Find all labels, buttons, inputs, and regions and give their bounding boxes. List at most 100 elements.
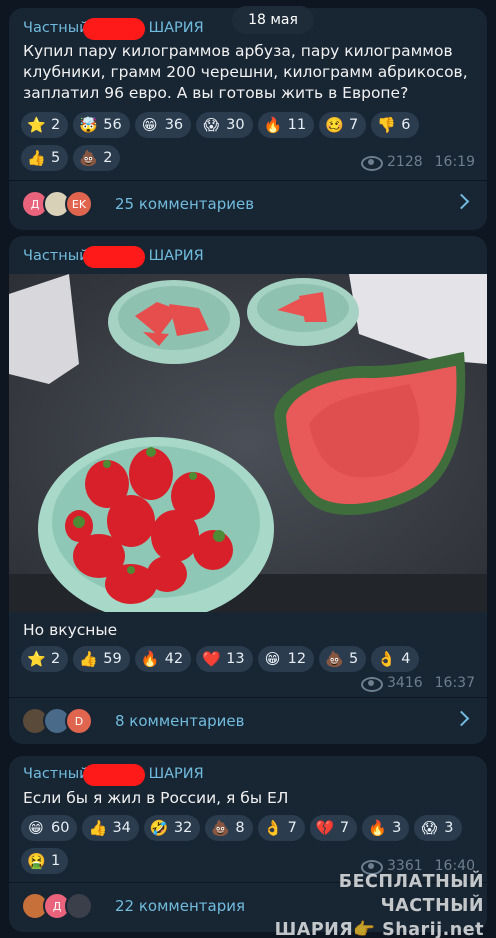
sender-name-start: Частный	[23, 248, 89, 264]
chevron-right-icon	[453, 710, 470, 727]
reaction-emoji-icon: ⭐	[27, 116, 46, 134]
reaction-emoji-icon: 😁	[264, 650, 281, 668]
sender-name-end: ШАРИЯ	[148, 20, 204, 36]
reaction-emoji-icon: 😁	[28, 819, 44, 837]
reaction-emoji-icon: 👍	[27, 149, 46, 167]
sender-name-start: Частный	[23, 20, 89, 36]
reaction-emoji-icon: ⭐	[27, 650, 46, 668]
sender-name-end: ШАРИЯ	[148, 766, 204, 782]
views-eye-icon	[361, 677, 383, 692]
reaction-pill[interactable]: 👌 4	[371, 646, 419, 672]
redaction-mark	[83, 18, 145, 40]
reaction-emoji-icon: 🔥	[140, 650, 160, 668]
reaction-pill[interactable]: 🤯 56	[73, 112, 130, 138]
reaction-emoji-icon: 🥴	[325, 116, 344, 134]
reaction-pill[interactable]: 💔 7	[309, 815, 358, 841]
reaction-emoji-icon: 👌	[377, 650, 396, 668]
reaction-pill[interactable]: 😱 3	[414, 815, 462, 841]
reaction-emoji-icon: 😱	[421, 819, 438, 837]
reaction-count: 4	[401, 651, 411, 667]
post-text: Если бы я жил в России, я бы ЕЛ	[23, 789, 289, 807]
reaction-emoji-icon: 👌	[263, 819, 283, 837]
reaction-pill[interactable]: 😁 12	[257, 646, 315, 672]
reaction-pill[interactable]: 👌 7	[257, 815, 305, 841]
comments-label: 22 комментария	[115, 897, 245, 915]
redaction-mark	[83, 246, 145, 268]
reaction-count: 32	[173, 820, 193, 836]
reaction-pill[interactable]: 💩 5	[319, 646, 367, 672]
reaction-emoji-icon: 👍	[88, 819, 108, 837]
reaction-emoji-icon: 💩	[325, 650, 344, 668]
reaction-emoji-icon: 🤮	[27, 852, 46, 870]
reaction-emoji-icon: 💔	[315, 819, 335, 837]
date-separator: 18 мая	[232, 6, 314, 34]
reaction-emoji-icon: 😁	[141, 116, 158, 134]
reaction-pill[interactable]: 🥴 7	[319, 112, 367, 138]
reaction-emoji-icon: 🔥	[263, 116, 283, 134]
reaction-pill[interactable]: 🔥 42	[134, 646, 192, 672]
reaction-count: 13	[226, 651, 245, 667]
reaction-pill[interactable]: 👍 34	[82, 815, 139, 841]
watermark: БЕСПЛАТНЫЙ ЧАСТНЫЙ ШАРИЯ👉 Sharij.net	[262, 870, 484, 938]
channel-post: Частный ШАРИЯ Купил пару килограммов арбу…	[9, 8, 487, 230]
reaction-count: 2	[103, 150, 113, 166]
post-time: 16:19	[434, 154, 475, 170]
redaction-mark	[83, 764, 145, 786]
reaction-count: 1	[51, 853, 61, 869]
comments-label: 25 комментариев	[115, 195, 255, 213]
channel-post: Частный ШАРИЯ Но вкусные ⭐ 2 👍 59 🔥 42 ❤…	[9, 236, 487, 744]
reaction-pill[interactable]: 🤣 32	[143, 815, 201, 841]
reaction-count: 5	[349, 651, 359, 667]
reaction-count: 6	[401, 117, 411, 133]
reaction-emoji-icon: 😱	[203, 116, 219, 134]
reaction-count: 2	[51, 117, 61, 133]
watermark-line: БЕСПЛАТНЫЙ ЧАСТНЫЙ	[338, 872, 484, 916]
reaction-pill[interactable]: 😱 30	[196, 112, 253, 138]
reaction-emoji-icon: ❤️	[202, 650, 221, 668]
post-text: Купил пару килограммов арбуза, пару кило…	[23, 42, 468, 102]
comments-label: 8 комментариев	[115, 712, 245, 730]
reaction-pill[interactable]: 💩 8	[205, 815, 253, 841]
commenter-avatars: Д	[21, 892, 107, 920]
reaction-pill[interactable]: ⭐ 2	[21, 112, 69, 138]
reaction-pill[interactable]: 😁 36	[134, 112, 192, 138]
reaction-count: 42	[164, 651, 184, 667]
reaction-pill[interactable]: 💩 2	[73, 145, 121, 171]
reaction-count: 8	[235, 820, 245, 836]
comments-button[interactable]: D 8 комментариев	[9, 698, 487, 744]
reaction-pill[interactable]: 😁 60	[21, 815, 78, 841]
reaction-count: 3	[392, 820, 402, 836]
reaction-pill[interactable]: ❤️ 13	[196, 646, 253, 672]
reaction-pill[interactable]: 🤮 1	[21, 848, 69, 874]
reaction-pill[interactable]: ⭐ 2	[21, 646, 69, 672]
post-meta: 2128 16:19	[361, 154, 475, 171]
commenter-avatar: D	[65, 707, 93, 735]
commenter-avatars: D	[21, 707, 107, 735]
post-photo[interactable]	[9, 274, 487, 612]
reaction-count: 30	[226, 117, 245, 133]
reaction-count: 7	[339, 820, 350, 836]
fruit-photo-illustration	[9, 274, 487, 612]
commenter-avatars: Д EK	[21, 190, 107, 218]
comments-button[interactable]: Д EK 25 комментариев	[9, 181, 487, 227]
reaction-count: 7	[287, 820, 297, 836]
reaction-pill[interactable]: 🔥 3	[362, 815, 410, 841]
reaction-pill[interactable]: 👎 6	[371, 112, 419, 138]
post-text: Но вкусные	[23, 621, 118, 639]
reaction-count: 34	[112, 820, 131, 836]
reaction-count: 56	[103, 117, 122, 133]
reaction-emoji-icon: 💩	[211, 819, 231, 837]
views-eye-icon	[361, 156, 383, 171]
reaction-count: 11	[287, 117, 307, 133]
reaction-emoji-icon: 👍	[79, 650, 98, 668]
reaction-emoji-icon: 🔥	[368, 819, 387, 837]
reaction-emoji-icon: 💩	[79, 149, 98, 167]
watermark-line: ШАРИЯ👉 Sharij.net	[274, 920, 484, 938]
reaction-pill[interactable]: 🔥 11	[257, 112, 315, 138]
reaction-pill[interactable]: 👍 59	[73, 646, 130, 672]
chevron-right-icon	[453, 193, 470, 210]
reaction-pill[interactable]: 👍 5	[21, 145, 69, 171]
views-count: 2128	[387, 154, 423, 170]
commenter-avatar: EK	[65, 190, 93, 218]
reaction-count: 59	[103, 651, 122, 667]
